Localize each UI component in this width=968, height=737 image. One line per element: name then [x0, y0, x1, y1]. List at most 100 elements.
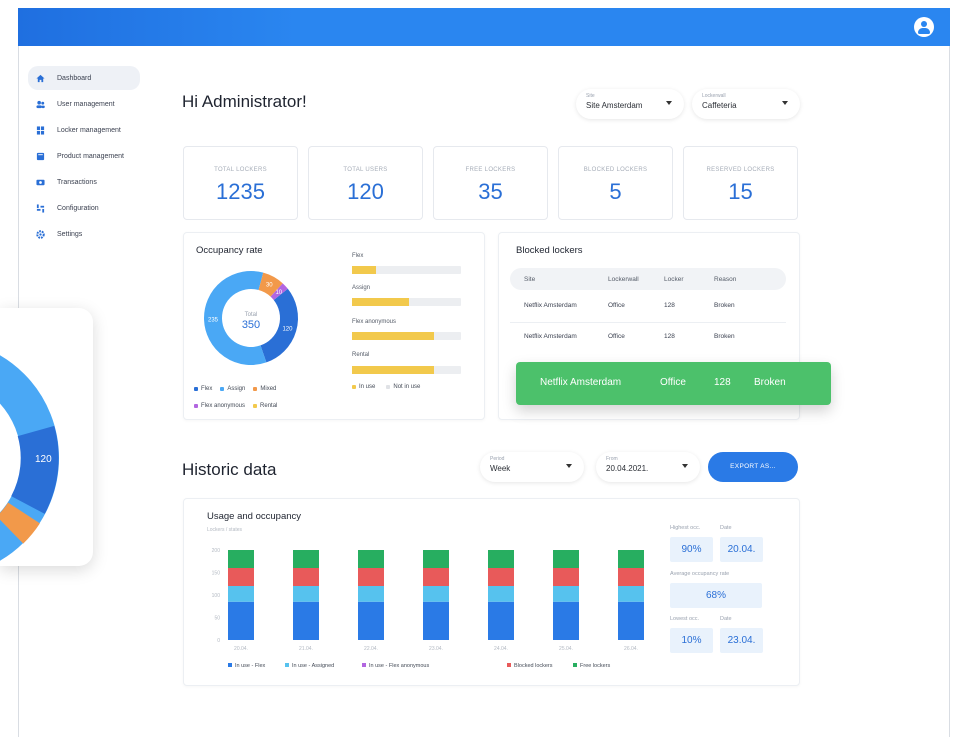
- legend-swatch: [285, 663, 289, 667]
- usage-bar-chart: 0 50 100 150 200 20.04. 21.04. 22.04. 23.04. 24.0…: [212, 548, 644, 669]
- stat-title: FREE LOCKERS: [465, 167, 516, 173]
- legend-swatch: [253, 387, 258, 391]
- donut-center-value: 350: [242, 319, 260, 331]
- lockerwall-select-value: Caffeteria: [702, 101, 737, 110]
- legend-label: In use: [359, 384, 376, 390]
- y-tick-label: 0: [217, 638, 220, 644]
- sidebar-item-product-management[interactable]: Product management: [28, 144, 140, 168]
- y-tick-label: 200: [212, 548, 221, 554]
- highest-occ-date: 20.04.: [720, 537, 763, 562]
- sidebar-item-label: Transactions: [57, 178, 97, 186]
- highlighted-row-toast[interactable]: Netflix Amsterdam Office 128 Broken: [516, 362, 831, 405]
- sidebar-item-user-management[interactable]: User management: [28, 92, 140, 116]
- toast-reason: Broken: [754, 377, 786, 388]
- legend-swatch: [507, 663, 511, 667]
- bar-segment-free-lockers: [488, 550, 514, 568]
- site-select[interactable]: Site Site Amsterdam: [576, 89, 684, 119]
- x-tick-label: 20.04.: [234, 646, 248, 652]
- occupancy-title: Occupancy rate: [196, 245, 263, 256]
- bar-segment-blocked-lockers: [423, 568, 449, 586]
- legend-label: Flex: [201, 386, 213, 392]
- y-tick-label: 50: [214, 616, 220, 622]
- lowest-occ-date: 23.04.: [720, 628, 763, 653]
- sidebar-item-label: Locker management: [57, 126, 121, 134]
- legend-swatch: [386, 385, 391, 389]
- stat-title: BLOCKED LOCKERS: [583, 167, 648, 173]
- column-header: Lockerwall: [608, 276, 639, 283]
- bar-segment-in-use-flex: [553, 601, 579, 640]
- bar-fill-flex: [352, 266, 376, 274]
- bar-segment-free-lockers: [618, 550, 644, 568]
- column-header: Reason: [714, 276, 737, 283]
- highest-occ-value: 90%: [670, 537, 713, 562]
- donut-center-label: Total: [245, 312, 258, 318]
- stat-value: 1235: [216, 179, 265, 204]
- legend-swatch: [573, 663, 577, 667]
- top-bar: [18, 8, 950, 46]
- x-tick-label: 25.04.: [559, 646, 573, 652]
- sidebar-item-label: Product management: [57, 152, 124, 160]
- legend-label: In use - Flex anonymous: [369, 663, 429, 669]
- stat-card-blocked-lockers: BLOCKED LOCKERS 5: [558, 146, 673, 220]
- sidebar-item-locker-management[interactable]: Locker management: [28, 118, 140, 142]
- legend-swatch: [253, 404, 258, 408]
- legend-swatch: [352, 385, 356, 389]
- bar-segment-in-use-flex: [618, 601, 644, 640]
- bar-label-assign: Assign: [352, 285, 371, 291]
- bar-segment-blocked-lockers: [553, 568, 579, 586]
- legend-label: Rental: [260, 403, 278, 409]
- bar-segment-in-use-assigned: [488, 586, 514, 602]
- bar-segment-in-use-assigned: [228, 586, 254, 602]
- x-tick-label: 26.04.: [624, 646, 638, 652]
- lowest-occ-value: 10%: [670, 628, 713, 653]
- cell-reason: Broken: [714, 333, 735, 340]
- gear-icon: [36, 229, 45, 239]
- from-date-select[interactable]: From 20.04.2021.: [596, 452, 700, 482]
- bar-segment-free-lockers: [553, 550, 579, 568]
- locker-icon: [36, 125, 45, 135]
- user-avatar-icon[interactable]: [914, 17, 934, 37]
- sidebar-item-label: Configuration: [57, 204, 99, 212]
- cell-lockerwall: Office: [608, 302, 625, 309]
- bar-segment-blocked-lockers: [358, 568, 384, 586]
- legend-label: Mixed: [260, 386, 277, 392]
- lockerwall-select[interactable]: Lockerwall Caffeteria: [692, 89, 800, 119]
- column-header: Site: [524, 276, 536, 283]
- bar-segment-blocked-lockers: [228, 568, 254, 586]
- bar-label-flex-anonymous: Flex anonymous: [352, 319, 397, 325]
- stat-card-total-lockers: TOTAL LOCKERS 1235: [183, 146, 298, 220]
- page-title: Hi Administrator!: [182, 92, 307, 111]
- historic-title: Historic data: [182, 460, 277, 479]
- sidebar-item-configuration[interactable]: Configuration: [28, 196, 140, 220]
- legend-label: Flex anonymous: [201, 403, 246, 409]
- bar-segment-in-use-flex: [228, 601, 254, 640]
- bar-segment-in-use-flex: [423, 601, 449, 640]
- legend-label: Blocked lockers: [514, 663, 553, 669]
- blocked-table-header: Site Lockerwall Locker Reason: [510, 268, 786, 290]
- donut-slice-label: 120: [282, 327, 293, 333]
- stat-title: TOTAL USERS: [343, 167, 388, 173]
- bar-fill-flex-anonymous: [352, 332, 434, 340]
- legend-label: Not in use: [393, 384, 421, 390]
- period-select[interactable]: Period Week: [480, 452, 584, 482]
- cell-site: Netflix Amsterdam: [524, 302, 577, 309]
- bar-segment-in-use-assigned: [293, 586, 319, 602]
- bar-segment-free-lockers: [228, 550, 254, 568]
- from-date-label: From: [606, 456, 618, 462]
- stat-value: 15: [728, 179, 753, 204]
- legend-swatch: [220, 387, 225, 391]
- donut-slice-label: 235: [208, 317, 219, 323]
- toast-site: Netflix Amsterdam: [540, 377, 622, 388]
- blocked-lockers-title: Blocked lockers: [516, 245, 583, 256]
- bar-legend: In use Not in use: [352, 384, 420, 390]
- average-occ-value: 68%: [670, 583, 762, 608]
- bar-fill-rental: [352, 366, 434, 374]
- sidebar-item-settings[interactable]: Settings: [28, 222, 140, 246]
- row-divider: [510, 322, 786, 323]
- bar-label-rental: Rental: [352, 352, 370, 358]
- stat-value: 35: [478, 179, 503, 204]
- bar-segment-free-lockers: [358, 550, 384, 568]
- sidebar-item-dashboard[interactable]: Dashboard: [28, 66, 140, 90]
- export-button[interactable]: EXPORT AS...: [708, 452, 798, 482]
- sidebar-item-transactions[interactable]: Transactions: [28, 170, 140, 194]
